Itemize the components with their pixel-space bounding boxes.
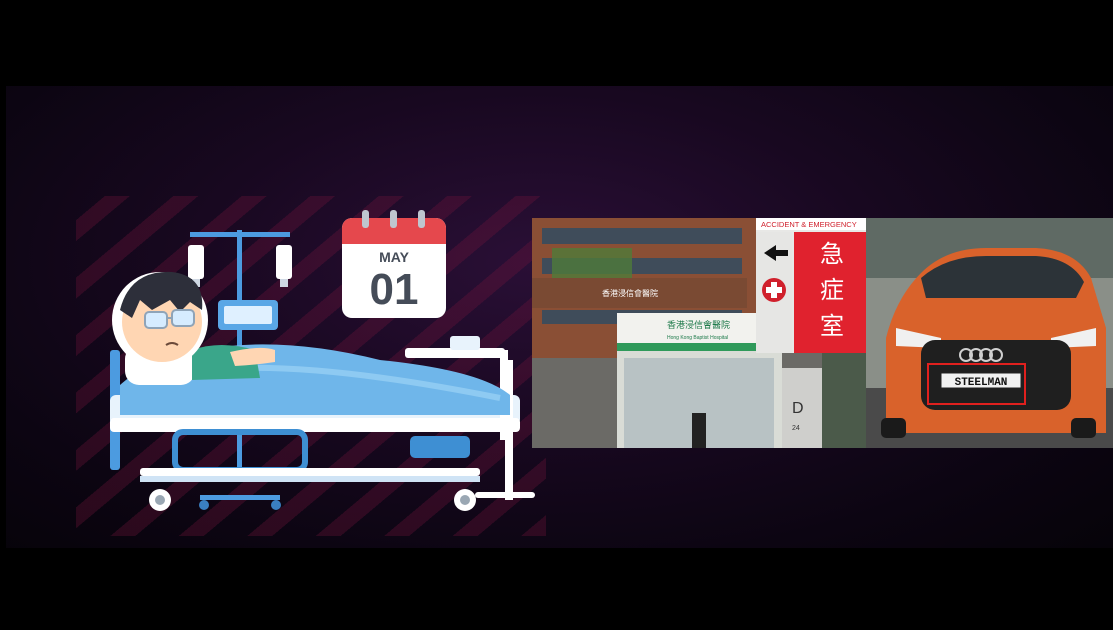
hospital-building-sign: 香港浸信會醫院: [602, 288, 658, 298]
calendar-day: 01: [370, 265, 419, 314]
emergency-sign-banner: ACCIDENT & EMERGENCY: [761, 220, 857, 229]
hospital-entrance-sign: 香港浸信會醫院: [667, 319, 730, 331]
calendar-icon: MAY 01: [342, 210, 446, 318]
block-letter: D: [792, 400, 804, 417]
license-plate-text: STEELMAN: [955, 377, 1008, 389]
sign-char-3: 室: [820, 312, 844, 340]
hospital-bed-illustration: MAY 01: [110, 210, 535, 511]
calendar-month: MAY: [379, 249, 409, 265]
car-photo: STEELMAN: [866, 218, 1113, 448]
emergency-sign: ACCIDENT & EMERGENCY 急 症 室: [756, 218, 866, 353]
sign-char-1: 急: [820, 240, 844, 268]
hospital-entrance-sign-en: Hong Kong Baptist Hospital: [667, 335, 728, 341]
hospital-photo: 香港浸信會醫院 香港浸信會醫院 Hong Kong Baptist Hospit…: [532, 218, 866, 448]
sign-char-2: 症: [820, 276, 844, 304]
block-number: 24: [792, 425, 800, 432]
video-frame: MAY 01 香港浸信會醫院 香港浸信會醫院 Hong Kong Baptist…: [0, 0, 1113, 630]
